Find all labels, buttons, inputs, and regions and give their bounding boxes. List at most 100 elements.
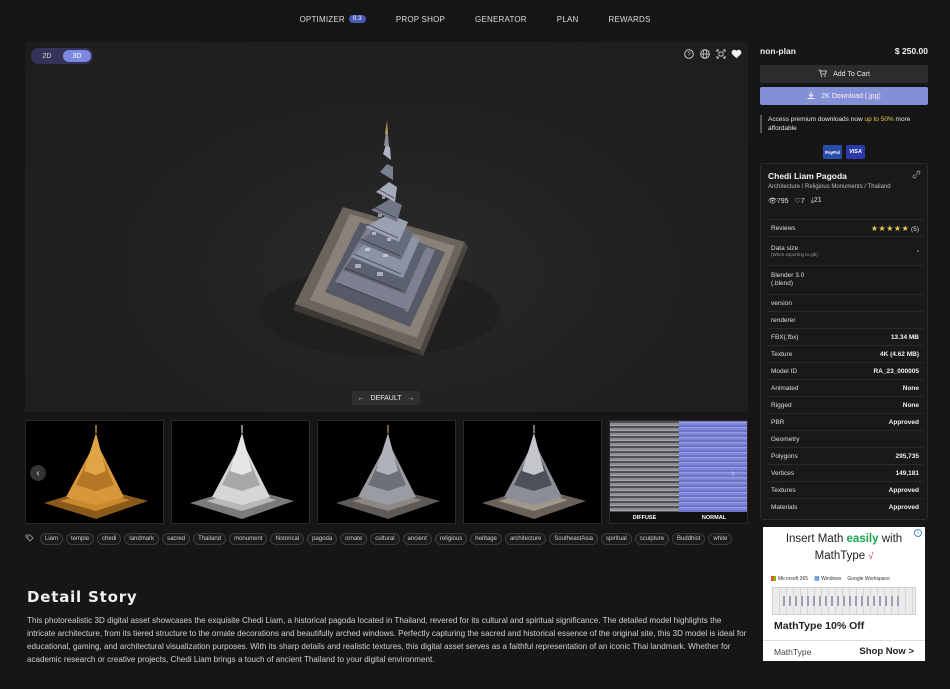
- ad-divider: [763, 640, 925, 641]
- nav-rewards[interactable]: REWARDS: [608, 15, 650, 24]
- property-label-text: renderer: [771, 316, 796, 324]
- property-row: renderer: [767, 311, 923, 328]
- property-label-text: Blender 3.0 (.blend): [771, 272, 805, 287]
- property-sublabel: (When exporting to glb): [771, 251, 818, 257]
- pagoda-model: [260, 120, 500, 357]
- property-label: version: [771, 300, 792, 307]
- ad-brand-name: MathType: [774, 647, 812, 657]
- property-value: Approved: [888, 486, 919, 494]
- tag-chip[interactable]: SoutheastAsia: [549, 533, 598, 545]
- property-label-text: Texture: [771, 350, 793, 358]
- property-label: renderer: [771, 317, 796, 324]
- tag-list: Liam temple chedi landmark sacred Thailand mon…: [25, 533, 745, 545]
- property-value: Approved: [888, 503, 919, 511]
- views-count: 795: [776, 198, 789, 205]
- property-row: Rigged None: [767, 396, 923, 413]
- preset-next-icon[interactable]: →: [408, 395, 415, 402]
- windows-logo: ▦ Windows: [814, 576, 842, 582]
- likes-stat: ♡7: [795, 197, 805, 205]
- asset-title: Chedi Liam Pagoda: [768, 171, 847, 181]
- thumbnail-prev-icon[interactable]: ‹: [30, 465, 46, 481]
- property-row: FBX(.fbx) 13.34 MB: [767, 328, 923, 345]
- property-label: FBX(.fbx): [771, 334, 798, 341]
- tag-chip[interactable]: monument: [229, 533, 268, 545]
- ad-headline-post: with: [878, 533, 903, 545]
- thumbnail-textured[interactable]: [317, 420, 456, 524]
- tag-chip[interactable]: Buddhist: [672, 533, 706, 545]
- property-value: 4K (4.62 MB): [879, 350, 919, 358]
- property-row: Polygons 295,735: [767, 447, 923, 464]
- paypal-icon: PayPal: [823, 145, 842, 159]
- property-label: Vertices: [771, 470, 794, 477]
- star-rating: ★★★★★: [871, 224, 909, 233]
- top-nav: OPTIMIZER 0.3 PROP SHOP GENERATOR PLAN R…: [0, 0, 950, 38]
- thumbnail-white[interactable]: [171, 420, 310, 524]
- property-value: Approved: [888, 418, 919, 426]
- property-value: 13.34 MB: [890, 333, 919, 341]
- tag-chip[interactable]: spiritual: [601, 533, 632, 545]
- nav-prop-shop[interactable]: PROP SHOP: [396, 15, 445, 24]
- property-label-text: Polygons: [771, 452, 798, 460]
- tag-chip[interactable]: white: [708, 533, 733, 545]
- brand-ms365: Microsoft 365: [778, 575, 809, 582]
- property-value: None: [902, 401, 919, 409]
- tag-chip[interactable]: temple: [66, 533, 95, 545]
- property-label: Animated: [771, 385, 798, 392]
- property-label: Blender 3.0 (.blend): [771, 272, 821, 288]
- link-icon[interactable]: [912, 170, 921, 181]
- ad-brands: Microsoft 365 ▦ Windows Google Workspace: [771, 575, 890, 582]
- add-to-cart-button[interactable]: Add To Cart: [760, 65, 928, 83]
- ad-shop-now-button[interactable]: Shop Now >: [859, 646, 914, 657]
- property-label-text: Geometry: [771, 435, 800, 443]
- nav-optimizer[interactable]: OPTIMIZER 0.3: [300, 15, 366, 24]
- tag-chip[interactable]: pagoda: [307, 533, 338, 545]
- detail-story-title: Detail Story: [27, 588, 138, 606]
- tag-chip[interactable]: historical: [270, 533, 305, 545]
- tag-chip[interactable]: Thailand: [193, 533, 227, 545]
- asset-properties: Reviews ★★★★★ (5) Data size (When exporti…: [767, 219, 923, 515]
- property-label-text: Data size: [771, 244, 799, 252]
- tag-chip[interactable]: cultural: [370, 533, 400, 545]
- property-label-text: FBX(.fbx): [771, 333, 799, 341]
- tag-chip[interactable]: heritage: [470, 533, 502, 545]
- tag-chip[interactable]: Liam: [40, 533, 64, 545]
- root-icon: √: [868, 551, 874, 561]
- property-label-text: Model ID: [771, 367, 798, 375]
- cart-icon: [818, 69, 828, 79]
- ad-screenshot: [772, 587, 916, 615]
- thumbnail-dark[interactable]: [463, 420, 602, 524]
- preset-prev-icon[interactable]: ←: [358, 395, 365, 402]
- brand-google: Google Workspace: [847, 575, 890, 582]
- asset-breadcrumb: Architecture / Religious Monuments / Tha…: [768, 184, 891, 190]
- tag-chip[interactable]: ornate: [340, 533, 368, 545]
- property-value: 149,181: [895, 469, 920, 477]
- tag-chip[interactable]: sculpture: [634, 533, 670, 545]
- nav-plan[interactable]: PLAN: [557, 15, 579, 24]
- tag-chip[interactable]: landmark: [124, 533, 160, 545]
- reviews-row[interactable]: Reviews ★★★★★ (5): [767, 219, 923, 236]
- add-to-cart-label: Add To Cart: [833, 70, 870, 78]
- reviews-count: (5): [911, 225, 919, 233]
- tag-chip[interactable]: religious: [434, 533, 468, 545]
- tag-chip[interactable]: chedi: [97, 533, 122, 545]
- star-icon: ★: [893, 223, 902, 233]
- diffuse-label: DIFFUSE: [610, 512, 679, 523]
- preset-selector: ← DEFAULT →: [352, 391, 420, 405]
- download-button[interactable]: 2K Download (.jpg): [760, 87, 928, 105]
- property-value: -: [916, 247, 919, 255]
- tag-chip[interactable]: ancient: [402, 533, 432, 545]
- ad-headline-highlight: easily: [846, 533, 879, 545]
- property-label: Textures: [771, 487, 796, 494]
- ad-title: MathType 10% Off: [774, 620, 865, 632]
- nav-generator[interactable]: GENERATOR: [475, 15, 527, 24]
- property-row: Geometry: [767, 430, 923, 447]
- property-row: Model ID RA_23_000005: [767, 362, 923, 379]
- tag-chip[interactable]: architecture: [504, 533, 547, 545]
- property-label-text: Materials: [771, 503, 798, 511]
- model-viewer[interactable]: 2D 3D ? ← DEFAULT →: [25, 42, 748, 412]
- advertisement[interactable]: i Insert Math easily with MathType √ Mic…: [763, 527, 925, 661]
- star-icon: ★: [886, 223, 894, 233]
- tag-chip[interactable]: sacred: [162, 533, 191, 545]
- premium-text: Access premium downloads now: [768, 116, 865, 123]
- thumbnail-next-icon[interactable]: ›: [725, 465, 741, 481]
